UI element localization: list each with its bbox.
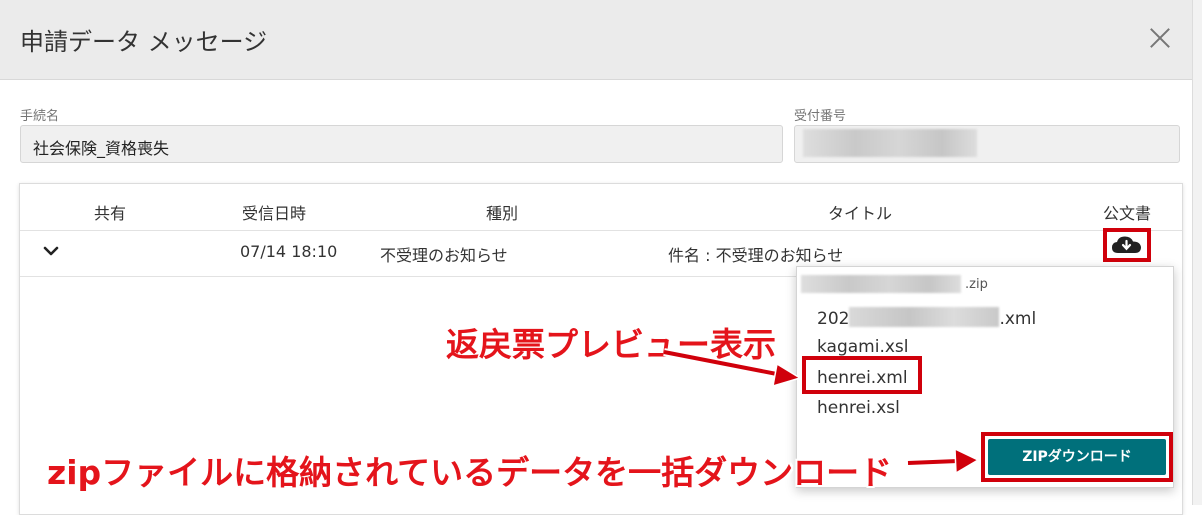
arrow-to-zip [907,447,980,475]
annotation-arrows [663,348,980,475]
arrow-to-henrei [663,348,802,388]
